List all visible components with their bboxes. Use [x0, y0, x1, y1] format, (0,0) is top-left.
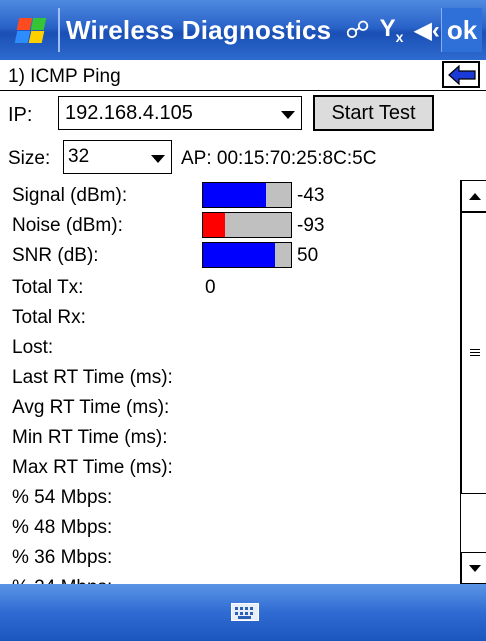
back-button[interactable]: [442, 61, 480, 88]
snr-bar-fill: [203, 243, 276, 267]
title-separator: [58, 8, 60, 52]
snr-bar: [202, 242, 292, 268]
keyboard-icon[interactable]: [231, 603, 259, 621]
total-tx-value: 0: [205, 277, 216, 298]
grip-line: [470, 349, 480, 350]
ok-button[interactable]: ok: [441, 8, 482, 52]
snr-label: SNR (dB):: [12, 245, 99, 266]
ip-combobox[interactable]: 192.168.4.105: [58, 96, 302, 130]
start-test-button[interactable]: Start Test: [313, 95, 434, 131]
size-label: Size:: [8, 148, 51, 169]
signal-bar-fill: [203, 183, 267, 207]
title-bar: Wireless Diagnostics ☍ Yx ◀‹ ok: [0, 0, 486, 60]
noise-value: -93: [297, 215, 325, 236]
signal-off-icon[interactable]: Yx: [380, 15, 404, 45]
last-rt-label: Last RT Time (ms):: [12, 367, 173, 388]
ip-value[interactable]: 192.168.4.105: [65, 102, 193, 125]
grip-line: [470, 352, 480, 353]
chevron-down-icon[interactable]: [151, 155, 165, 163]
windows-start-icon[interactable]: [6, 6, 54, 54]
total-tx-label: Total Tx:: [12, 277, 84, 298]
arrow-up-icon: [469, 193, 481, 200]
signal-label: Signal (dBm):: [12, 185, 128, 206]
chevron-down-icon[interactable]: [281, 111, 295, 119]
max-rt-label: Max RT Time (ms):: [12, 457, 173, 478]
total-rx-label: Total Rx:: [12, 307, 86, 328]
lost-label: Lost:: [12, 337, 54, 358]
min-rt-label: Min RT Time (ms):: [12, 427, 168, 448]
scroll-down-button[interactable]: [461, 552, 486, 584]
vertical-scrollbar[interactable]: [460, 180, 486, 584]
bottom-menu-bar: [0, 584, 486, 641]
start-test-label: Start Test: [331, 101, 416, 124]
noise-label: Noise (dBm):: [12, 215, 123, 236]
connectivity-icon[interactable]: ☍: [345, 16, 369, 45]
avg-rt-label: Avg RT Time (ms):: [12, 397, 170, 418]
rate-54-label: % 54 Mbps:: [12, 487, 113, 508]
size-combobox[interactable]: 32: [63, 140, 172, 174]
app-title: Wireless Diagnostics: [66, 14, 332, 45]
scroll-thumb[interactable]: [461, 212, 486, 494]
arrow-down-icon: [469, 565, 481, 572]
signal-value: -43: [297, 185, 325, 206]
size-value[interactable]: 32: [68, 146, 89, 168]
rate-48-label: % 48 Mbps:: [12, 517, 113, 538]
signal-bar: [202, 182, 292, 208]
ap-address: AP: 00:15:70:25:8C:5C: [181, 148, 377, 169]
snr-value: 50: [297, 245, 319, 266]
section-header: 1) ICMP Ping: [0, 60, 486, 91]
section-label: 1) ICMP Ping: [8, 66, 121, 87]
ip-label: IP:: [8, 104, 33, 126]
scroll-up-button[interactable]: [461, 180, 486, 212]
grip-line: [470, 355, 480, 356]
noise-bar-fill: [203, 213, 225, 237]
back-arrow-icon: [448, 65, 476, 85]
volume-icon[interactable]: ◀‹: [413, 16, 439, 45]
rate-36-label: % 36 Mbps:: [12, 547, 113, 568]
noise-bar: [202, 212, 292, 238]
